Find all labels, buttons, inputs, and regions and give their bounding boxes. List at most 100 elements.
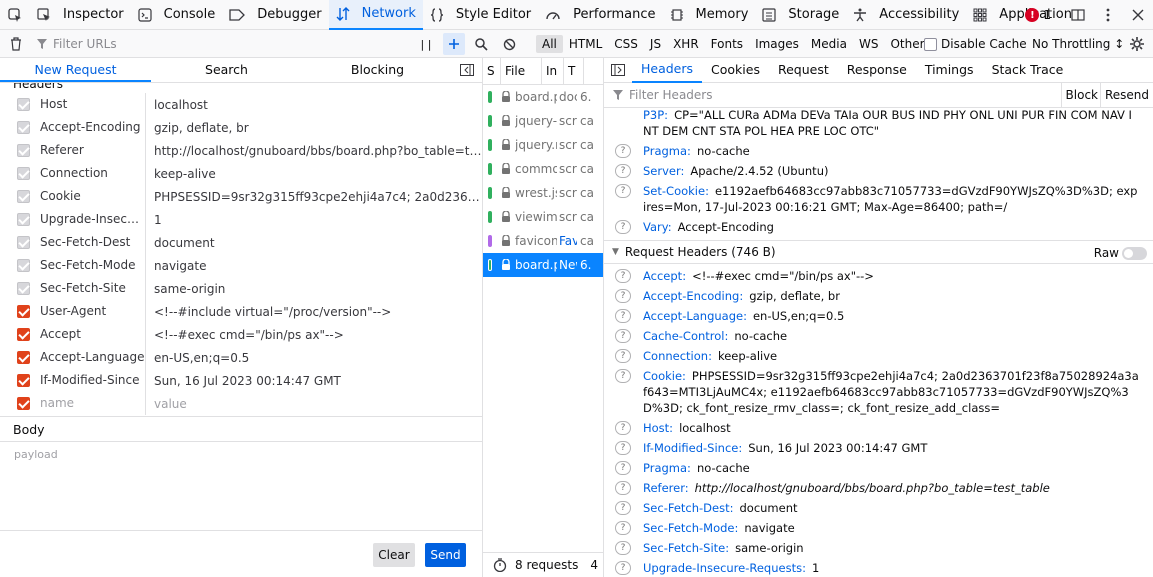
header-checkbox[interactable] (0, 236, 40, 249)
header-value[interactable]: gzip, deflate, br (749, 289, 840, 303)
header-name[interactable]: Accept-Language (40, 346, 146, 369)
header-name[interactable]: Sec-Fetch-Dest (40, 231, 146, 254)
header-value[interactable]: Sun, 16 Jul 2023 00:14:47 GMT (146, 374, 482, 388)
help-icon[interactable]: ? (615, 369, 631, 383)
request-row[interactable]: board.phpNew6. (483, 253, 603, 277)
help-icon[interactable]: ? (615, 289, 631, 303)
help-icon[interactable]: ? (615, 349, 631, 363)
dock-side-icon[interactable] (1063, 0, 1093, 30)
help-icon[interactable]: ? (615, 421, 631, 435)
header-checkbox[interactable] (0, 328, 40, 341)
request-row[interactable]: favicon.icoFavca (483, 229, 603, 253)
help-icon[interactable]: ? (615, 164, 631, 178)
more-options-icon[interactable] (1093, 0, 1123, 30)
header-value[interactable]: <!--#exec cmd="/bin/ps ax"--> (146, 328, 482, 342)
request-row[interactable]: jquery.menu.jsscriptca (483, 133, 603, 157)
help-icon[interactable]: ? (615, 561, 631, 575)
clear-requests-icon[interactable] (4, 33, 28, 55)
tool-tab-style-editor[interactable]: Style Editor (423, 0, 538, 30)
request-row[interactable]: board.phpdocument6. (483, 85, 603, 109)
header-value[interactable]: 1 (812, 561, 819, 575)
header-checkbox[interactable] (0, 190, 40, 203)
tool-tab-performance[interactable]: Performance (538, 0, 662, 30)
header-name[interactable]: If-Modified-Since (40, 369, 146, 392)
header-value[interactable]: PHPSESSID=9sr32g315ff93cpe2ehji4a7c4; 2a… (643, 369, 1139, 415)
block-button[interactable]: Block (1060, 83, 1102, 107)
request-headers-section[interactable]: ▼ Request Headers (746 B) Raw (604, 240, 1153, 264)
header-value[interactable]: localhost (146, 98, 482, 112)
help-icon[interactable]: ? (615, 184, 631, 198)
help-icon[interactable]: ? (615, 461, 631, 475)
header-value[interactable]: e1192aefb64683cc97abb83c71057733=dGVzdF9… (643, 184, 1137, 214)
header-value[interactable]: http://localhost/gnuboard/bbs/board.php?… (146, 144, 482, 158)
tab-cookies[interactable]: Cookies (702, 58, 769, 82)
request-row[interactable]: jquery-1.12.4.min.jsscriptca (483, 109, 603, 133)
header-name[interactable]: Cookie (40, 185, 146, 208)
column-type[interactable]: T (564, 58, 584, 84)
element-picker-icon[interactable] (0, 0, 30, 30)
toggle-sidebar-icon[interactable] (604, 64, 632, 76)
header-checkbox[interactable] (0, 213, 40, 226)
tab-stack-trace[interactable]: Stack Trace (983, 58, 1073, 82)
header-name[interactable]: Upgrade-Insecure-Requests (40, 208, 146, 231)
header-name[interactable]: Referer (40, 139, 146, 162)
tab-response[interactable]: Response (838, 58, 916, 82)
header-name[interactable]: Host (40, 93, 146, 116)
header-value[interactable]: keep-alive (718, 349, 777, 363)
help-icon[interactable]: ? (615, 501, 631, 515)
header-value[interactable]: gzip, deflate, br (146, 121, 482, 135)
header-checkbox[interactable] (0, 351, 40, 364)
header-name[interactable]: Sec-Fetch-Site (40, 277, 146, 300)
help-icon[interactable]: ? (615, 144, 631, 158)
header-value[interactable]: same-origin (735, 541, 803, 555)
tool-tab-console[interactable]: Console (131, 0, 223, 30)
type-filter-all[interactable]: All (536, 35, 563, 53)
help-icon[interactable]: ? (615, 481, 631, 495)
header-checkbox[interactable] (0, 397, 40, 410)
block-icon[interactable] (498, 33, 520, 55)
gear-icon[interactable] (1126, 33, 1148, 55)
column-file[interactable]: File (501, 58, 542, 84)
header-value[interactable]: no-cache (697, 144, 750, 158)
type-filter-html[interactable]: HTML (563, 35, 608, 53)
search-icon[interactable] (470, 33, 492, 55)
header-checkbox[interactable] (0, 121, 40, 134)
header-value[interactable]: keep-alive (146, 167, 482, 181)
tab-headers[interactable]: Headers (632, 58, 703, 83)
help-icon[interactable]: ? (615, 220, 631, 234)
tab-search[interactable]: Search (151, 58, 302, 82)
tab-timings[interactable]: Timings (916, 58, 983, 82)
header-checkbox[interactable] (0, 167, 40, 180)
type-filter-fonts[interactable]: Fonts (705, 35, 749, 53)
help-icon[interactable]: ? (615, 521, 631, 535)
type-filter-ws[interactable]: WS (853, 35, 884, 53)
request-row[interactable]: common.jsscriptca (483, 157, 603, 181)
header-value[interactable]: PHPSESSID=9sr32g315ff93cpe2ehji4a7c4; 2a… (146, 190, 482, 204)
filter-headers-input[interactable]: Filter Headers Block Resend (604, 83, 1153, 108)
error-count-badge[interactable]: ! 1 (1025, 8, 1051, 22)
help-icon[interactable]: ? (615, 309, 631, 323)
header-checkbox[interactable] (0, 305, 40, 318)
tool-tab-accessibility[interactable]: Accessibility (846, 0, 966, 30)
request-row[interactable]: viewimageresize.jsscriptca (483, 205, 603, 229)
header-name[interactable]: Accept (40, 323, 146, 346)
header-name[interactable]: Accept-Encoding (40, 116, 146, 139)
payload-textarea[interactable]: payload (0, 442, 482, 467)
tool-tab-storage[interactable]: Storage (755, 0, 846, 30)
type-filter-js[interactable]: JS (644, 35, 667, 53)
help-icon[interactable]: ? (615, 329, 631, 343)
pause-icon[interactable]: | | (415, 33, 437, 55)
header-value[interactable]: no-cache (697, 461, 750, 475)
header-value[interactable]: en-US,en;q=0.5 (146, 351, 482, 365)
header-name[interactable]: name (40, 392, 146, 415)
filter-urls-input[interactable]: Filter URLs (37, 33, 407, 55)
header-name[interactable]: User-Agent (40, 300, 146, 323)
header-checkbox[interactable] (0, 259, 40, 272)
header-value[interactable]: http://localhost/gnuboard/bbs/board.php?… (695, 481, 1050, 495)
header-value[interactable]: Apache/2.4.52 (Ubuntu) (690, 164, 828, 178)
header-name[interactable]: Sec-Fetch-Mode (40, 254, 146, 277)
header-checkbox[interactable] (0, 374, 40, 387)
header-checkbox[interactable] (0, 98, 40, 111)
header-value[interactable]: navigate (744, 521, 794, 535)
header-value[interactable]: same-origin (146, 282, 482, 296)
